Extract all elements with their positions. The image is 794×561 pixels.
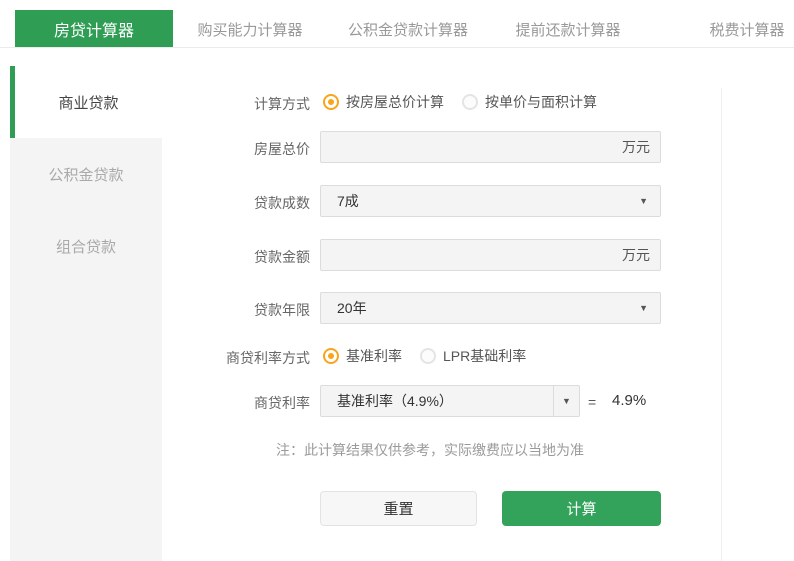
radio-by-total-price-label[interactable]: 按房屋总价计算 xyxy=(346,92,444,112)
tab-mortgage-calculator[interactable]: 房贷计算器 xyxy=(15,10,173,47)
chevron-down-icon: ▼ xyxy=(639,196,648,206)
loan-amount-field: 万元 xyxy=(320,239,661,271)
disclaimer-note: 注：此计算结果仅供参考，实际缴费应以当地为准 xyxy=(276,442,584,458)
rate-result: 4.9% xyxy=(612,392,647,409)
tab-tax-calculator[interactable]: 税费计算器 xyxy=(709,19,784,40)
calc-method-radio-group: 按房屋总价计算 按单价与面积计算 xyxy=(323,93,615,111)
loan-years-select[interactable]: 20年 ▼ xyxy=(320,292,661,324)
rate-method-label: 商贷利率方式 xyxy=(226,350,310,366)
sidebar-item-combo-loan[interactable]: 组合贷款 xyxy=(10,210,162,282)
radio-by-unit-area-label[interactable]: 按单价与面积计算 xyxy=(485,92,597,112)
select-arrow-box: ▼ xyxy=(553,386,579,416)
tab-fund-loan-calculator[interactable]: 公积金贷款计算器 xyxy=(348,19,468,40)
sidebar-item-fund-loan[interactable]: 公积金贷款 xyxy=(10,138,162,210)
house-price-input[interactable] xyxy=(321,132,622,162)
sidebar: 公积金贷款 组合贷款 xyxy=(10,138,162,561)
equals-sign: = xyxy=(588,394,597,410)
rate-label: 商贷利率 xyxy=(254,395,310,411)
tab-prepayment-calculator[interactable]: 提前还款计算器 xyxy=(515,19,620,40)
loan-years-label: 贷款年限 xyxy=(254,302,310,318)
loan-amount-input[interactable] xyxy=(321,240,622,270)
loan-amount-label: 贷款金额 xyxy=(254,249,310,265)
chevron-down-icon: ▼ xyxy=(639,303,648,313)
radio-lpr-rate-label[interactable]: LPR基础利率 xyxy=(443,346,526,366)
loan-ratio-value: 7成 xyxy=(337,193,359,209)
radio-by-total-price[interactable] xyxy=(323,94,339,110)
calculate-button[interactable]: 计算 xyxy=(502,491,661,526)
house-price-field: 万元 xyxy=(320,131,661,163)
loan-years-value: 20年 xyxy=(337,300,367,316)
tab-affordability-calculator[interactable]: 购买能力计算器 xyxy=(197,19,302,40)
radio-base-rate[interactable] xyxy=(323,348,339,364)
loan-amount-unit: 万元 xyxy=(622,247,650,263)
radio-lpr-rate[interactable] xyxy=(420,348,436,364)
radio-by-unit-area[interactable] xyxy=(462,94,478,110)
content-right-divider xyxy=(721,88,722,561)
loan-ratio-label: 贷款成数 xyxy=(254,195,310,211)
rate-method-radio-group: 基准利率 LPR基础利率 xyxy=(323,347,544,365)
tabbar-divider xyxy=(0,47,794,48)
house-price-unit: 万元 xyxy=(622,139,650,155)
radio-base-rate-label[interactable]: 基准利率 xyxy=(346,346,402,366)
rate-select[interactable]: 基准利率（4.9%） ▼ xyxy=(320,385,580,417)
reset-button[interactable]: 重置 xyxy=(320,491,477,526)
chevron-down-icon: ▼ xyxy=(562,396,571,406)
sidebar-item-commercial-loan[interactable]: 商业贷款 xyxy=(10,66,162,138)
loan-ratio-select[interactable]: 7成 ▼ xyxy=(320,185,661,217)
mortgage-calculator-page: 房贷计算器 购买能力计算器 公积金贷款计算器 提前还款计算器 税费计算器 商业贷… xyxy=(0,0,794,561)
calc-method-label: 计算方式 xyxy=(254,96,310,112)
house-price-label: 房屋总价 xyxy=(254,141,310,157)
rate-value: 基准利率（4.9%） xyxy=(337,393,453,409)
